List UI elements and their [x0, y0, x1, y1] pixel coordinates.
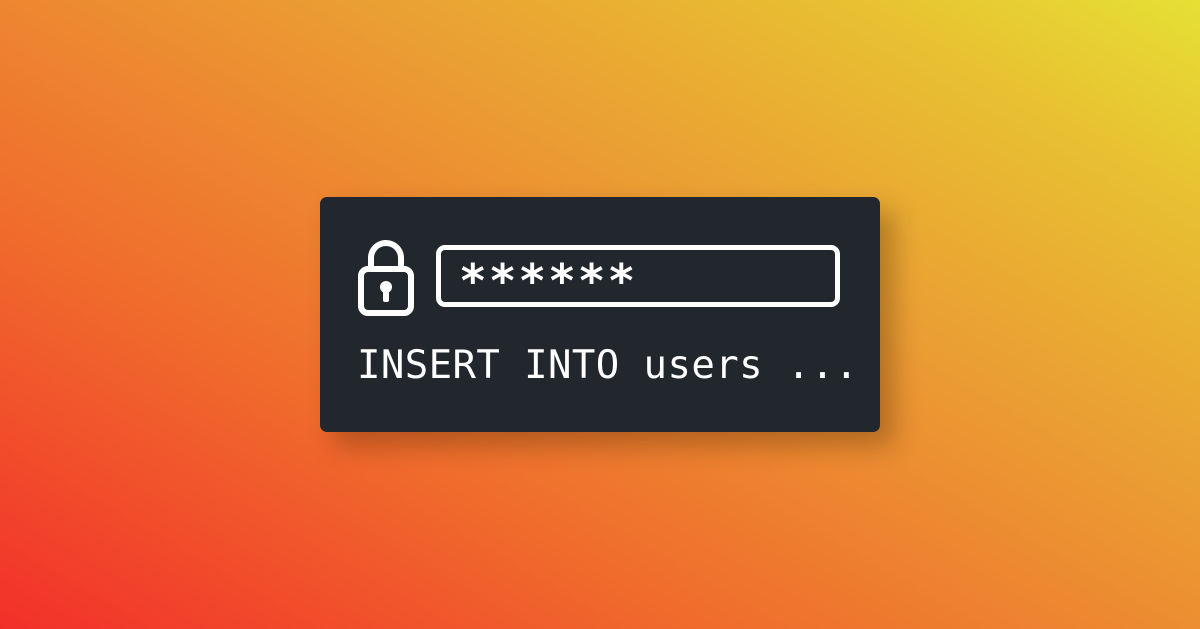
lock-icon	[358, 240, 414, 316]
password-input[interactable]: ******	[436, 245, 840, 308]
sql-query-text: INSERT INTO users ...	[357, 343, 859, 388]
password-masked-value: ******	[459, 254, 638, 308]
